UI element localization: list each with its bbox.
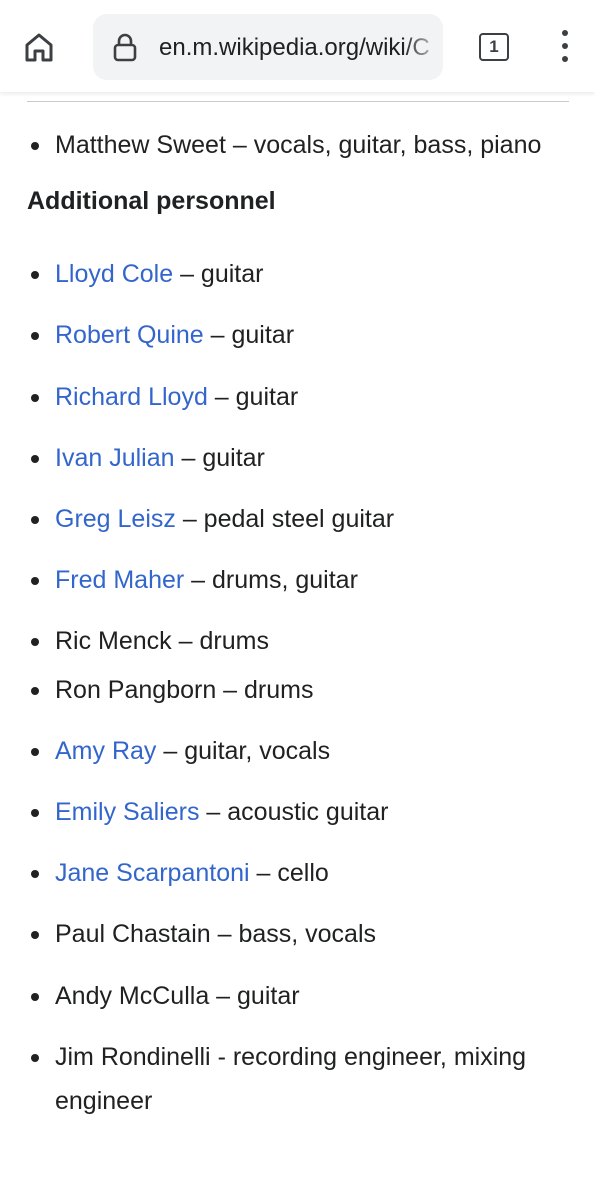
person-role: – guitar: [203, 321, 295, 349]
personnel-item: Ric Menck – drums: [31, 619, 575, 663]
menu-dot-icon: [562, 43, 568, 49]
tab-switcher-button[interactable]: 1: [476, 30, 512, 64]
person-link[interactable]: Richard Lloyd: [55, 383, 208, 411]
person-role: – guitar: [173, 260, 264, 288]
personnel-item: Richard Lloyd – guitar: [31, 375, 575, 419]
personnel-item: Paul Chastain – bass, vocals: [31, 912, 575, 956]
item-text: Matthew Sweet – vocals, guitar, bass, pi…: [55, 131, 542, 159]
personnel-item: Amy Ray – guitar, vocals: [31, 729, 575, 773]
personnel-item: Emily Saliers – acoustic guitar: [31, 790, 575, 834]
lock-icon: [113, 33, 137, 62]
person-name: Ric Menck: [55, 627, 172, 655]
person-link[interactable]: Robert Quine: [55, 321, 204, 349]
person-role: – guitar, vocals: [156, 737, 331, 765]
tab-count: 1: [479, 33, 509, 61]
person-link[interactable]: Emily Saliers: [55, 798, 199, 826]
person-role: – cello: [249, 859, 329, 887]
browser-toolbar: en.m.wikipedia.org/wiki/C 1: [0, 0, 595, 92]
personnel-item: Fred Maher – drums, guitar: [31, 558, 575, 602]
menu-dot-icon: [562, 56, 568, 62]
section-heading: Additional personnel: [27, 187, 276, 215]
person-role: – drums: [171, 627, 269, 655]
person-role: – pedal steel guitar: [175, 505, 395, 533]
person-role: – guitar: [174, 444, 265, 472]
personnel-item: Jane Scarpantoni – cello: [31, 851, 575, 895]
menu-dot-icon: [562, 30, 568, 36]
person-role: – acoustic guitar: [199, 798, 389, 826]
url-fade: [403, 14, 443, 80]
person-link[interactable]: Amy Ray: [55, 737, 156, 765]
person-name: Jim Rondinelli: [55, 1043, 211, 1071]
personnel-item: Greg Leisz – pedal steel guitar: [31, 497, 575, 541]
personnel-item: Ivan Julian – guitar: [31, 436, 575, 480]
person-link[interactable]: Lloyd Cole: [55, 260, 173, 288]
url-text: en.m.wikipedia.org/wiki/C: [159, 34, 430, 61]
person-role: – bass, vocals: [210, 920, 377, 948]
person-link[interactable]: Ivan Julian: [55, 444, 175, 472]
section-divider: [27, 101, 569, 102]
personnel-item: Ron Pangborn – drums: [31, 668, 575, 712]
home-icon: [25, 33, 53, 62]
person-link[interactable]: Greg Leisz: [55, 505, 176, 533]
home-button[interactable]: [20, 28, 58, 66]
person-link[interactable]: Jane Scarpantoni: [55, 859, 250, 887]
person-role: – drums, guitar: [184, 566, 358, 594]
personnel-item: Jim Rondinelli - recording engineer, mix…: [31, 1035, 575, 1123]
address-bar[interactable]: en.m.wikipedia.org/wiki/C: [93, 14, 443, 80]
person-role: – guitar: [207, 383, 299, 411]
personnel-item: Andy McCulla – guitar: [31, 974, 575, 1018]
person-role: – guitar: [209, 982, 300, 1010]
person-role: – drums: [216, 676, 314, 704]
list-item: Matthew Sweet – vocals, guitar, bass, pi…: [31, 123, 575, 167]
person-name: Paul Chastain: [55, 920, 211, 948]
personnel-item: Robert Quine – guitar: [31, 313, 575, 357]
person-name: Ron Pangborn: [55, 676, 217, 704]
person-name: Andy McCulla: [55, 982, 210, 1010]
overflow-menu-button[interactable]: [550, 26, 580, 66]
personnel-item: Lloyd Cole – guitar: [31, 252, 575, 296]
person-link[interactable]: Fred Maher: [55, 566, 184, 594]
